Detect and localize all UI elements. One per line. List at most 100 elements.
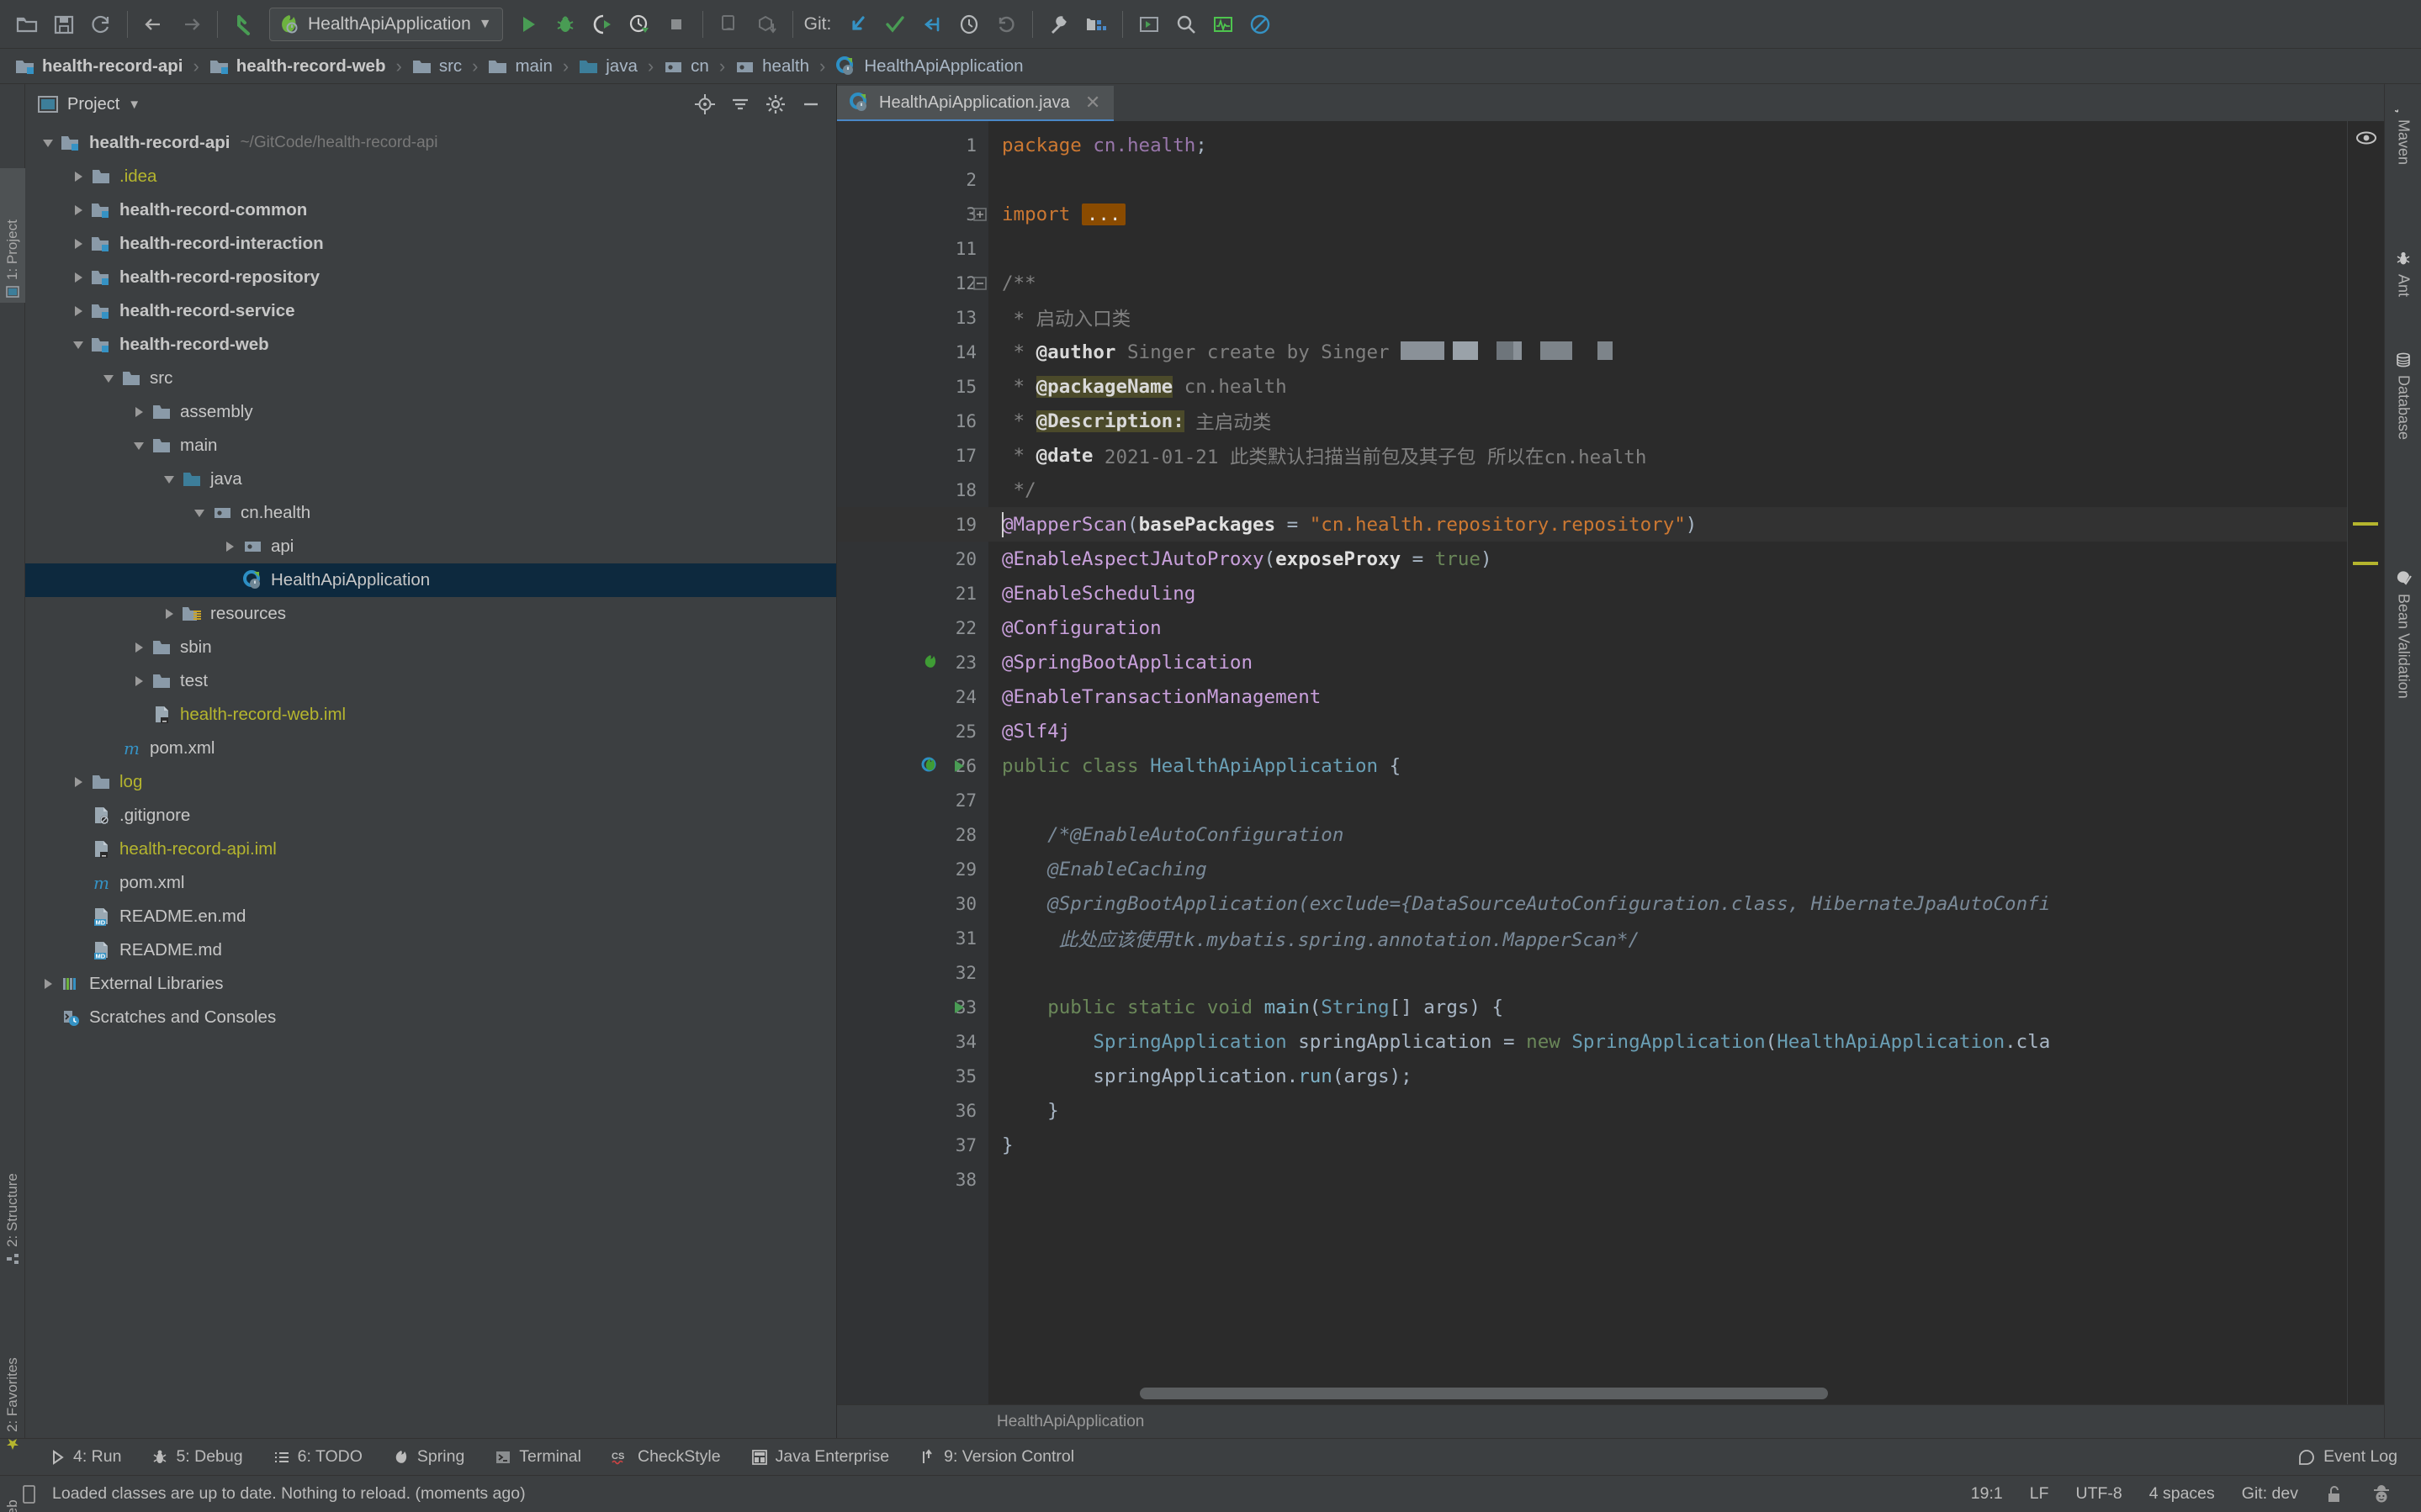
chevron-right-icon[interactable] (67, 272, 89, 283)
eye-icon[interactable] (2355, 130, 2377, 146)
tool-window-checkstyle[interactable]: CS CheckStyle (596, 1447, 736, 1467)
breadcrumb-item-health[interactable]: health (732, 56, 813, 77)
code-line[interactable] (988, 1162, 2347, 1197)
code-line[interactable]: * @Description: 主启动类 (988, 404, 2347, 438)
run-gutter-icon[interactable] (948, 997, 970, 1018)
breadcrumb-item-java[interactable]: java (575, 56, 641, 77)
gutter-line[interactable]: 21 (837, 576, 988, 611)
profile-button[interactable] (621, 6, 658, 43)
gutter-line[interactable]: 32 (837, 955, 988, 990)
breadcrumb-item-healthapiapplication[interactable]: HealthApiApplication (832, 56, 1026, 77)
update-project-icon[interactable] (225, 6, 262, 43)
code-line[interactable] (988, 783, 2347, 817)
gutter-line[interactable]: 24 (837, 679, 988, 714)
code-line[interactable]: 此处应该使用tk.mybatis.spring.annotation.Mappe… (988, 921, 2347, 955)
gutter-line[interactable]: 19 (837, 507, 988, 542)
sidebar-item-ant[interactable]: Ant (2385, 244, 2421, 304)
sidebar-item-structure[interactable]: 2: Structure (0, 1102, 25, 1270)
code-line[interactable]: @Slf4j (988, 714, 2347, 748)
gutter-line[interactable]: 33 (837, 990, 988, 1024)
gutter-line[interactable]: 34 (837, 1024, 988, 1059)
tree-item[interactable]: m pom.xml (25, 732, 836, 765)
git-commit-check-icon[interactable] (877, 6, 914, 43)
tree-item[interactable]: assembly (25, 395, 836, 429)
tree-item[interactable]: health-record-repository (25, 261, 836, 294)
back-icon[interactable] (135, 6, 172, 43)
gutter-line[interactable]: 11 (837, 231, 988, 266)
chevron-right-icon[interactable] (67, 306, 89, 316)
select-opened-file-icon[interactable] (691, 91, 718, 118)
tree-item[interactable]: health-record-interaction (25, 227, 836, 261)
chevron-down-icon[interactable] (37, 139, 59, 147)
breadcrumb-item-health-record-api[interactable]: health-record-api (12, 56, 186, 77)
settings-wrench-icon[interactable] (1041, 6, 1078, 43)
tree-item[interactable]: health-record-api.iml (25, 833, 836, 866)
code-line[interactable]: /*@EnableAutoConfiguration (988, 817, 2347, 852)
close-icon[interactable]: ✕ (1085, 92, 1100, 114)
indent-setting[interactable]: 4 spaces (2136, 1484, 2228, 1504)
gutter-line[interactable]: 22 (837, 611, 988, 645)
breadcrumb-item-cn[interactable]: cn (660, 56, 713, 77)
tool-window-spring[interactable]: Spring (378, 1447, 479, 1467)
code-line[interactable]: @SpringBootApplication (988, 645, 2347, 679)
code-line[interactable]: package cn.health; (988, 128, 2347, 162)
gutter-line[interactable]: 14 (837, 335, 988, 369)
code-line[interactable] (988, 955, 2347, 990)
fold-collapse-icon[interactable] (970, 266, 990, 300)
tool-window-terminal[interactable]: Terminal (479, 1447, 596, 1467)
code-line[interactable]: @SpringBootApplication(exclude={DataSour… (988, 886, 2347, 921)
code-line[interactable]: */ (988, 473, 2347, 507)
breadcrumb-item-main[interactable]: main (485, 56, 555, 77)
run-configuration-selector[interactable]: HealthApiApplication ▼ (269, 7, 503, 41)
code-line[interactable]: /** (988, 266, 2347, 300)
gutter-line[interactable]: 27 (837, 783, 988, 817)
fold-expand-icon[interactable] (970, 197, 990, 231)
gutter-line[interactable]: 25 (837, 714, 988, 748)
sidebar-item-web[interactable]: Web (0, 1459, 25, 1512)
run-with-coverage-button[interactable] (584, 6, 621, 43)
file-encoding[interactable]: UTF-8 (2062, 1484, 2135, 1504)
search-everywhere-icon[interactable] (1168, 6, 1205, 43)
tree-item[interactable]: main (25, 429, 836, 463)
editor-bottom-breadcrumb[interactable]: HealthApiApplication (837, 1404, 2384, 1438)
open-folder-icon[interactable] (8, 6, 45, 43)
tree-item[interactable]: sbin (25, 631, 836, 664)
gutter-line[interactable]: 1 (837, 128, 988, 162)
tool-window-todo[interactable]: 6: TODO (258, 1447, 378, 1467)
editor-code[interactable]: package cn.health; import .../** * 启动入口类 … (988, 121, 2347, 1404)
tree-item[interactable]: health-record-web.iml (25, 698, 836, 732)
package-download-icon[interactable] (748, 6, 785, 43)
gutter-line[interactable]: 30 (837, 886, 988, 921)
gutter-line[interactable]: 2 (837, 162, 988, 197)
warning-marker[interactable] (2353, 522, 2378, 526)
inspector-icon[interactable] (2357, 1484, 2406, 1504)
code-line[interactable]: public static void main(String[] args) { (988, 990, 2347, 1024)
code-line[interactable]: springApplication. run (args); (988, 1059, 2347, 1093)
tree-item[interactable]: log (25, 765, 836, 799)
gutter-line[interactable]: 38 (837, 1162, 988, 1197)
gutter-line[interactable]: 31 (837, 921, 988, 955)
gutter-line[interactable]: 20 (837, 542, 988, 576)
code-line[interactable]: @MapperScan(basePackages = "cn.health.re… (988, 507, 2347, 542)
tree-item[interactable]: api (25, 530, 836, 563)
chevron-right-icon[interactable] (67, 172, 89, 182)
breadcrumb-item-src[interactable]: src (409, 56, 465, 77)
sidebar-item-project[interactable]: 1: Project (0, 168, 25, 303)
tool-window-run[interactable]: 4: Run (34, 1447, 136, 1467)
tree-item[interactable]: health-record-web (25, 328, 836, 362)
event-log-button[interactable]: Event Log (2282, 1447, 2421, 1467)
code-line[interactable] (988, 162, 2347, 197)
gutter-line[interactable]: 28 (837, 817, 988, 852)
breadcrumb-item-health-record-web[interactable]: health-record-web (206, 56, 389, 77)
chevron-down-icon[interactable] (188, 509, 210, 517)
tree-item[interactable]: .gitignore (25, 799, 836, 833)
project-structure-icon[interactable] (1078, 6, 1115, 43)
chevron-down-icon[interactable] (98, 374, 119, 383)
chevron-down-icon[interactable] (67, 341, 89, 349)
code-line[interactable]: SpringApplication springApplication = ne… (988, 1024, 2347, 1059)
caret-position[interactable]: 19:1 (1957, 1484, 2016, 1504)
spring-bean-gutter-icon[interactable] (919, 652, 941, 674)
code-line[interactable]: * @date 2021-01-21 此类默认扫描当前包及其子包 所以在cn.h… (988, 438, 2347, 473)
chevron-down-icon[interactable] (128, 441, 150, 450)
tree-item[interactable]: resources (25, 597, 836, 631)
